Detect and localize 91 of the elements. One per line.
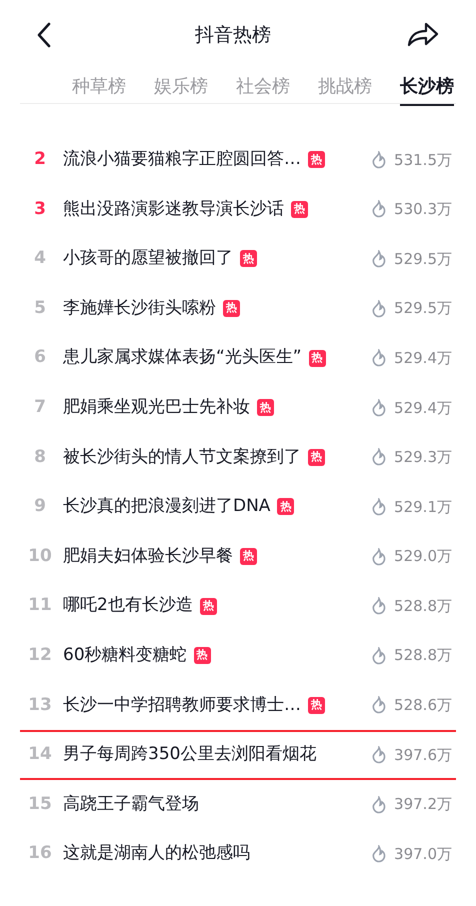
topic-title: 小孩哥的愿望被撤回了 <box>63 247 233 270</box>
tab[interactable]: 长沙榜 <box>400 70 454 106</box>
flame-icon <box>371 448 388 466</box>
rank-number: 7 <box>33 396 47 420</box>
hot-badge: 热 <box>223 300 240 318</box>
heat-value: 529.1万 <box>394 496 452 518</box>
heat-value: 529.4万 <box>394 398 452 419</box>
rank-number: 11 <box>27 594 53 618</box>
flame-icon <box>371 250 388 268</box>
flame-icon <box>371 796 388 814</box>
rank-number: 16 <box>27 842 53 866</box>
heat-value: 529.4万 <box>394 348 452 369</box>
heat-value: 529.5万 <box>394 298 452 320</box>
topic-title: 流浪小猫要猫粮字正腔圆回答… <box>63 148 301 172</box>
ranking-row[interactable]: 8 被长沙街头的情人节文案撩到了 热 529.3万 <box>20 432 456 482</box>
rank-number: 5 <box>33 296 47 320</box>
topic-title: 这就是湖南人的松弛感吗 <box>63 842 250 866</box>
flame-icon <box>371 300 388 318</box>
ranking-row[interactable]: 16 这就是湖南人的松弛感吗 397.0万 <box>20 829 456 879</box>
ranking-row[interactable]: 2 流浪小猫要猫粮字正腔圆回答… 热 531.5万 <box>20 135 456 185</box>
flame-icon <box>371 548 388 566</box>
hot-badge: 热 <box>240 548 257 566</box>
ranking-row[interactable]: 7 肥娟乘坐观光巴士先补妆 热 529.4万 <box>20 382 456 433</box>
rank-number: 13 <box>27 694 53 717</box>
flame-icon <box>371 349 388 368</box>
topic-title: 被长沙街头的情人节文案撩到了 <box>63 446 301 469</box>
flame-icon <box>371 746 388 764</box>
rank-number: 9 <box>33 495 47 518</box>
rank-number: 15 <box>27 792 53 816</box>
rank-number: 8 <box>33 446 47 469</box>
heat-value: 397.6万 <box>394 744 452 766</box>
ranking-row[interactable]: 10 肥娟夫妇体验长沙早餐 热 529.0万 <box>20 532 456 582</box>
back-icon <box>36 21 52 49</box>
page-title: 抖音热榜 <box>195 22 271 48</box>
hot-badge: 热 <box>308 350 326 367</box>
heat-value: 529.0万 <box>394 546 452 568</box>
flame-icon <box>371 498 388 516</box>
flame-icon <box>371 398 388 417</box>
hot-badge: 热 <box>308 151 325 168</box>
ranking-row[interactable]: 4 小孩哥的愿望被撤回了 热 529.5万 <box>20 234 456 284</box>
ranking-row[interactable]: 15 高跷王子霸气登场 397.2万 <box>20 780 456 830</box>
heat-value: 531.5万 <box>394 150 452 171</box>
topic-title: 熊出没路演影迷教导演长沙话 <box>63 198 284 221</box>
hot-badge: 热 <box>277 498 294 516</box>
topic-title: 长沙真的把浪漫刻进了DNA <box>63 495 270 518</box>
heat-value: 528.8万 <box>394 645 452 666</box>
flame-icon <box>371 150 388 169</box>
hot-badge: 热 <box>291 200 308 218</box>
topic-title: 哪吒2也有长沙造 <box>63 594 193 618</box>
heat-value: 528.8万 <box>394 596 452 617</box>
hot-badge: 热 <box>308 696 325 714</box>
ranking-row[interactable]: 12 60秒糖料变糖蛇 热 528.8万 <box>20 630 456 681</box>
rank-number: 14 <box>27 743 53 766</box>
flame-icon <box>371 646 388 665</box>
heat-value: 529.3万 <box>394 447 452 468</box>
rank-number: 4 <box>33 247 47 270</box>
heat-value: 528.6万 <box>394 695 452 716</box>
rank-number: 12 <box>27 644 53 667</box>
ranking-row[interactable]: 5 李施嬅长沙街头嗦粉 热 529.5万 <box>20 284 456 334</box>
heat-value: 397.0万 <box>394 844 452 865</box>
topic-title: 男子每周跨350公里去浏阳看烟花 <box>63 743 316 766</box>
ranking-row[interactable]: 9 长沙真的把浪漫刻进了DNA 热 529.1万 <box>20 482 456 532</box>
hot-badge: 热 <box>194 647 211 664</box>
topic-title: 60秒糖料变糖蛇 <box>63 644 187 667</box>
ranking-row[interactable]: 11 哪吒2也有长沙造 热 528.8万 <box>20 581 456 631</box>
heat-value: 397.2万 <box>394 794 452 816</box>
topic-title: 肥娟乘坐观光巴士先补妆 <box>63 396 250 420</box>
heat-value: 529.5万 <box>394 248 452 270</box>
topic-title: 患儿家属求媒体表扬“光头医生” <box>63 346 302 370</box>
hot-badge: 热 <box>240 250 257 268</box>
flame-icon <box>371 200 388 218</box>
ranking-row[interactable]: 6 患儿家属求媒体表扬“光头医生” 热 529.4万 <box>20 333 456 383</box>
rank-number: 10 <box>27 544 53 568</box>
ranking-row[interactable]: 14 男子每周跨350公里去浏阳看烟花 397.6万 <box>20 730 456 780</box>
topic-title: 肥娟夫妇体验长沙早餐 <box>63 544 233 568</box>
topic-title: 长沙一中学招聘教师要求博士… <box>63 694 301 717</box>
flame-icon <box>371 597 388 616</box>
hot-badge: 热 <box>308 448 325 466</box>
flame-icon <box>371 845 388 864</box>
hot-badge: 热 <box>200 598 217 615</box>
share-icon <box>407 22 439 48</box>
heat-value: 530.3万 <box>394 199 452 220</box>
ranking-row[interactable]: 13 长沙一中学招聘教师要求博士… 热 528.6万 <box>20 680 456 730</box>
rank-number: 3 <box>33 198 47 221</box>
ranking-row[interactable]: 3 熊出没路演影迷教导演长沙话 热 530.3万 <box>20 184 456 234</box>
flame-icon <box>371 696 388 714</box>
topic-title: 高跷王子霸气登场 <box>63 792 199 816</box>
hot-badge: 热 <box>257 399 274 416</box>
rank-number: 6 <box>33 346 47 370</box>
topic-title: 李施嬅长沙街头嗦粉 <box>63 296 216 320</box>
rank-number: 2 <box>33 148 47 172</box>
